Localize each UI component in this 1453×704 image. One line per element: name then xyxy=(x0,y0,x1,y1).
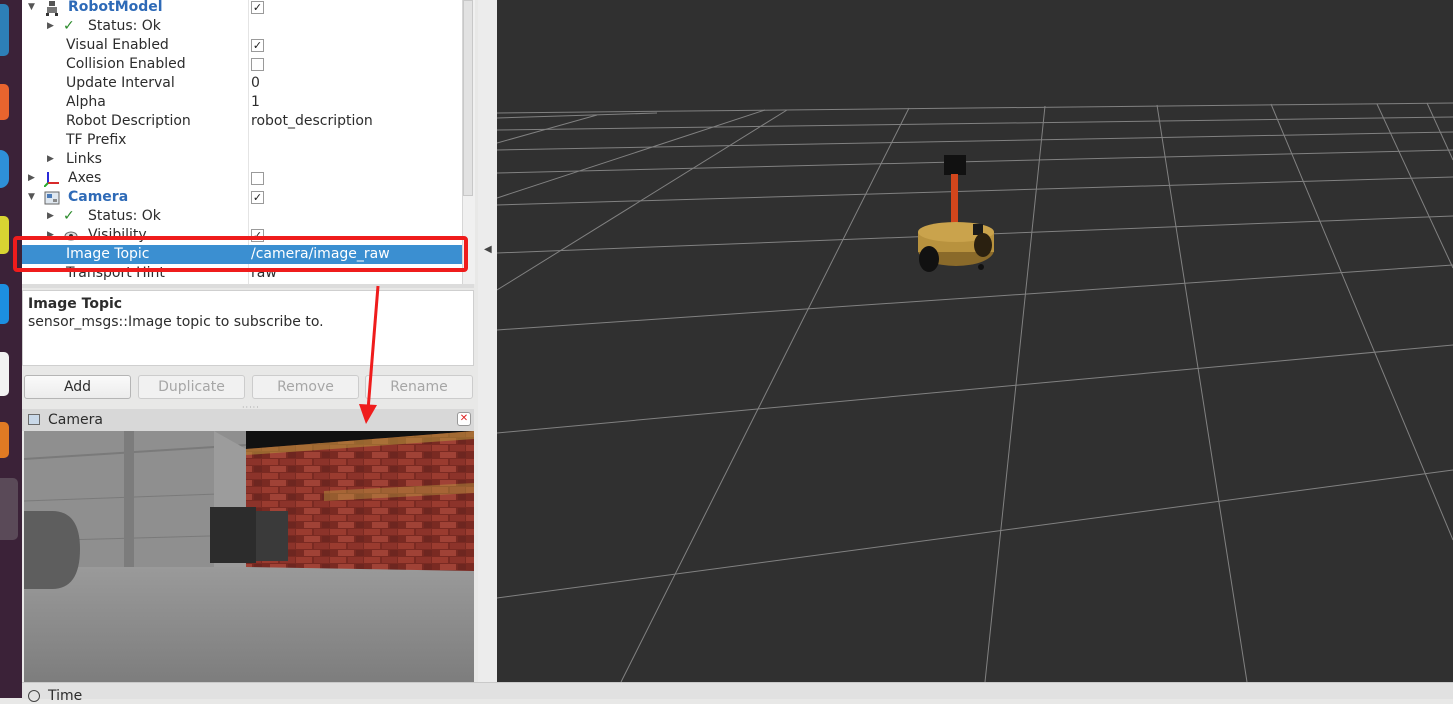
description-text: sensor_msgs::Image topic to subscribe to… xyxy=(28,314,324,330)
expand-right-icon[interactable]: ▶ xyxy=(47,150,54,169)
camera-panel-title: Camera xyxy=(48,412,103,428)
status-ok-icon: ✓ xyxy=(63,208,75,224)
tree-row[interactable]: ▶ Links xyxy=(22,150,462,169)
panel-collapse-handle[interactable] xyxy=(478,0,497,682)
tree-row[interactable]: Visual Enabled ✓ xyxy=(22,36,462,55)
dock-app-icon-1[interactable] xyxy=(0,4,9,56)
expand-right-icon[interactable]: ▶ xyxy=(47,207,54,226)
displays-scrollbar-thumb[interactable] xyxy=(463,0,473,196)
remove-button[interactable]: Remove xyxy=(252,375,359,399)
tree-row[interactable]: ▶ Axes xyxy=(22,169,462,188)
enable-checkbox[interactable]: ✓ xyxy=(251,39,264,52)
displays-splitter[interactable] xyxy=(22,284,474,288)
time-panel-title: Time xyxy=(48,688,83,704)
tree-row[interactable]: ▼ RobotModel ✓ xyxy=(22,0,462,17)
tree-row-label: Camera xyxy=(68,189,129,205)
status-ok-icon: ✓ xyxy=(63,18,75,34)
dock-app-icon-3[interactable] xyxy=(0,150,9,188)
dock-app-icon-5[interactable] xyxy=(0,284,9,324)
time-panel-titlebar[interactable]: Time xyxy=(22,682,1453,704)
grid-floor xyxy=(497,102,1453,682)
camera-image xyxy=(24,431,474,682)
tree-row[interactable]: Alpha 1 xyxy=(22,93,462,112)
tree-row-label: Links xyxy=(66,151,102,167)
launcher-dock xyxy=(0,0,22,698)
collapse-left-icon[interactable]: ◀ xyxy=(484,244,492,255)
expand-right-icon[interactable]: ▶ xyxy=(47,17,54,36)
tree-row[interactable]: ▶ ✓ Status: Ok xyxy=(22,17,462,36)
dock-app-icon-2[interactable] xyxy=(0,84,9,120)
tree-row-label: Robot Description xyxy=(66,113,191,129)
expand-right-icon[interactable]: ▶ xyxy=(28,169,35,188)
tree-row-label: Visual Enabled xyxy=(66,37,169,53)
tree-row-value[interactable]: 0 xyxy=(251,74,260,93)
clock-icon xyxy=(28,690,40,702)
tree-row-label: TF Prefix xyxy=(66,132,127,148)
tree-row-label: Status: Ok xyxy=(88,18,161,34)
tree-row-label: Collision Enabled xyxy=(66,56,186,72)
rename-button[interactable]: Rename xyxy=(365,375,473,399)
camera-panel-titlebar[interactable]: Camera ✕ xyxy=(22,409,474,431)
tree-row-label: Update Interval xyxy=(66,75,175,91)
tree-row-label: RobotModel xyxy=(68,0,163,15)
duplicate-button[interactable]: Duplicate xyxy=(138,375,245,399)
tree-row-label: Alpha xyxy=(66,94,106,110)
close-icon[interactable]: ✕ xyxy=(457,412,471,426)
camera-icon xyxy=(28,414,40,425)
tree-row-value[interactable]: robot_description xyxy=(251,112,373,131)
dock-app-icon-7[interactable] xyxy=(0,422,9,458)
tree-row[interactable]: Update Interval 0 xyxy=(22,74,462,93)
3d-render-view[interactable] xyxy=(497,0,1453,682)
dock-app-icon-6[interactable] xyxy=(0,352,9,396)
enable-checkbox[interactable] xyxy=(251,58,264,71)
tree-row[interactable]: TF Prefix xyxy=(22,131,462,150)
camera-image-view xyxy=(24,431,474,682)
tree-row[interactable]: Robot Description robot_description xyxy=(22,112,462,131)
description-title: Image Topic xyxy=(28,296,123,312)
add-button[interactable]: Add xyxy=(24,375,131,399)
enable-checkbox[interactable]: ✓ xyxy=(251,1,264,14)
dock-app-icon-4[interactable] xyxy=(0,216,9,254)
tree-row-label: Axes xyxy=(68,170,102,186)
tree-row-value[interactable]: 1 xyxy=(251,93,260,112)
robot-model xyxy=(918,155,994,272)
annotation-highlight-box xyxy=(13,236,468,272)
expand-down-icon[interactable]: ▼ xyxy=(28,188,35,207)
tree-row[interactable]: ▼ Camera ✓ xyxy=(22,188,462,207)
dock-app-icon-8[interactable] xyxy=(0,478,18,540)
enable-checkbox[interactable] xyxy=(251,172,264,185)
enable-checkbox[interactable]: ✓ xyxy=(251,191,264,204)
tree-row[interactable]: ▶ ✓ Status: Ok xyxy=(22,207,462,226)
tree-row-label: Status: Ok xyxy=(88,208,161,224)
property-description: Image Topic sensor_msgs::Image topic to … xyxy=(22,290,474,366)
tree-row[interactable]: Collision Enabled xyxy=(22,55,462,74)
expand-down-icon[interactable]: ▼ xyxy=(28,0,35,17)
